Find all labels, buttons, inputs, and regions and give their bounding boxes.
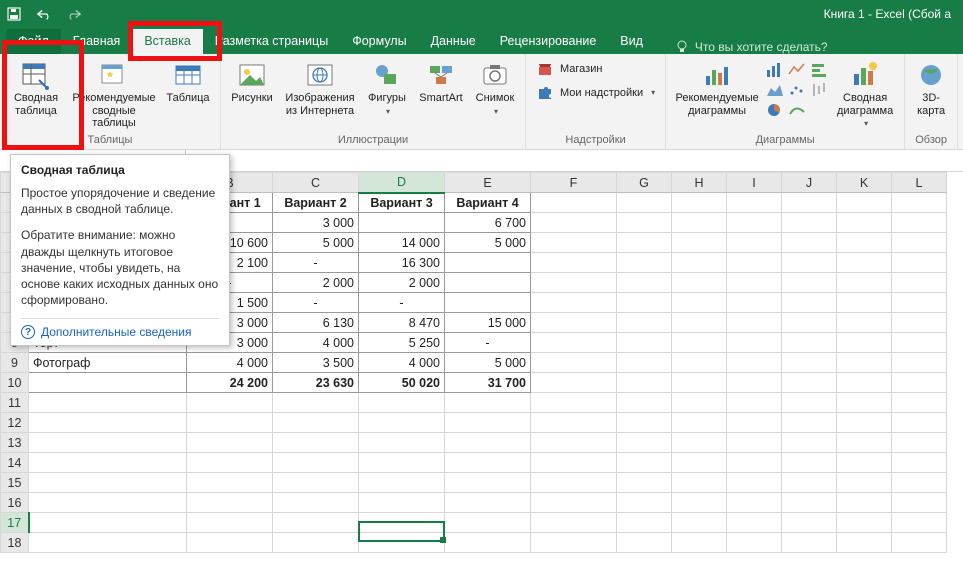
tell-me[interactable]: Что вы хотите сделать? xyxy=(675,40,828,54)
surface-chart-icon[interactable] xyxy=(788,102,806,118)
area-chart-icon[interactable] xyxy=(766,82,784,98)
online-pictures-button[interactable]: Изображения из Интернета xyxy=(281,58,359,117)
tab-insert[interactable]: Вставка xyxy=(132,29,202,54)
bulb-icon xyxy=(675,40,689,54)
shapes-icon xyxy=(372,60,402,90)
pivot-chart-button[interactable]: Сводная диаграмма▾ xyxy=(832,58,898,128)
pictures-button[interactable]: Рисунки xyxy=(227,58,277,105)
smartart-button[interactable]: SmartArt xyxy=(415,58,467,105)
tell-me-label: Что вы хотите сделать? xyxy=(695,40,828,54)
tab-file[interactable]: Файл xyxy=(6,29,61,54)
scatter-chart-icon[interactable] xyxy=(788,82,806,98)
bar3d-chart-icon[interactable] xyxy=(810,62,828,78)
tooltip-text-1: Простое упорядочение и сведение данных в… xyxy=(21,185,219,217)
bar-chart-icon[interactable] xyxy=(766,62,784,78)
group-tables-label: Таблицы xyxy=(6,132,214,149)
tooltip-text-2: Обратите внимание: можно дважды щелкнуть… xyxy=(21,227,219,308)
recommended-pivot-icon xyxy=(99,60,129,90)
redo-icon[interactable] xyxy=(66,6,82,22)
undo-icon[interactable] xyxy=(36,6,52,22)
pivot-table-button[interactable]: Сводная таблица xyxy=(6,58,66,117)
help-icon: ? xyxy=(21,325,35,339)
tab-formulas[interactable]: Формулы xyxy=(340,29,418,54)
pivot-chart-icon xyxy=(850,60,880,90)
chevron-down-icon: ▾ xyxy=(651,88,655,97)
group-addins: Магазин Мои надстройки ▾ Надстройки xyxy=(526,54,666,149)
group-charts-label: Диаграммы xyxy=(672,132,898,149)
pie-chart-icon[interactable] xyxy=(766,102,784,118)
window-title: Книга 1 - Excel (Сбой а xyxy=(82,7,957,21)
online-pictures-icon xyxy=(305,60,335,90)
screenshot-button[interactable]: Снимок▾ xyxy=(471,58,519,116)
group-tours: 3D- карта Обзор xyxy=(905,54,958,149)
chevron-down-icon: ▾ xyxy=(386,107,390,116)
tab-home[interactable]: Главная xyxy=(61,29,133,54)
ribbon-tabs: Файл Главная Вставка Разметка страницы Ф… xyxy=(0,28,963,54)
formula-bar[interactable] xyxy=(208,150,963,171)
tab-data[interactable]: Данные xyxy=(419,29,488,54)
store-icon xyxy=(536,60,554,78)
table-icon xyxy=(173,60,203,90)
group-illustrations: Рисунки Изображения из Интернета Фигуры▾… xyxy=(221,54,526,149)
puzzle-icon xyxy=(536,84,554,102)
group-tables: Сводная таблица Рекомендуемые сводные та… xyxy=(0,54,221,149)
tooltip-pivot-table: Сводная таблица Простое упорядочение и с… xyxy=(10,154,230,346)
chevron-down-icon: ▾ xyxy=(864,119,868,128)
pictures-icon xyxy=(237,60,267,90)
store-button[interactable]: Магазин xyxy=(532,58,659,80)
table-button[interactable]: Таблица xyxy=(162,58,214,105)
chevron-down-icon: ▾ xyxy=(494,107,498,116)
tooltip-help-link[interactable]: ? Дополнительные сведения xyxy=(21,318,219,339)
my-addins-button[interactable]: Мои надстройки ▾ xyxy=(532,82,659,104)
smartart-icon xyxy=(426,60,456,90)
table-row: 9 Фотограф 4 000 3 500 4 000 5 000 xyxy=(1,353,947,373)
title-bar: Книга 1 - Excel (Сбой а xyxy=(0,0,963,28)
stock-chart-icon[interactable] xyxy=(810,82,828,98)
table-row: 10 24 200 23 630 50 020 31 700 xyxy=(1,373,947,393)
group-tours-label: Обзор xyxy=(911,132,951,149)
recommended-charts-button[interactable]: Рекомендуемые диаграммы xyxy=(672,58,762,117)
globe-icon xyxy=(916,60,946,90)
tab-review[interactable]: Рецензирование xyxy=(488,29,609,54)
group-addins-label: Надстройки xyxy=(532,132,659,149)
tab-page-layout[interactable]: Разметка страницы xyxy=(203,29,340,54)
ribbon: Сводная таблица Рекомендуемые сводные та… xyxy=(0,54,963,150)
screenshot-icon xyxy=(480,60,510,90)
line-chart-icon[interactable] xyxy=(788,62,806,78)
quick-access-toolbar xyxy=(6,6,82,22)
tab-view[interactable]: Вид xyxy=(608,29,655,54)
group-charts: Рекомендуемые диаграммы xyxy=(666,54,905,149)
3d-map-button[interactable]: 3D- карта xyxy=(911,58,951,117)
recommended-pivot-button[interactable]: Рекомендуемые сводные таблицы xyxy=(70,58,158,130)
group-illus-label: Иллюстрации xyxy=(227,132,519,149)
shapes-button[interactable]: Фигуры▾ xyxy=(363,58,411,116)
tooltip-title: Сводная таблица xyxy=(21,163,219,177)
save-icon[interactable] xyxy=(6,6,22,22)
pivot-table-icon xyxy=(21,60,51,90)
recommended-charts-icon xyxy=(702,60,732,90)
